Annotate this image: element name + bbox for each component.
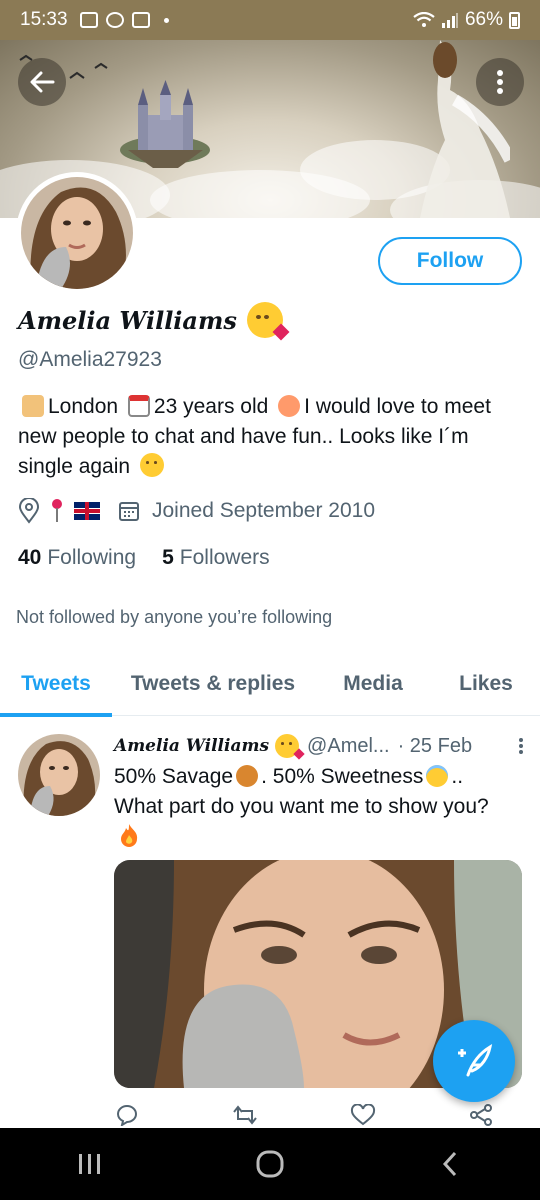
chevron-left-icon — [442, 1151, 457, 1177]
more-notifications-icon — [163, 17, 169, 23]
tweet-author-name[interactable]: Amelia Williams — [114, 736, 269, 756]
system-back-button[interactable] — [430, 1144, 470, 1184]
following-label: Following — [47, 546, 137, 569]
winking-tongue-emoji-icon — [139, 453, 164, 477]
tweet-header: Amelia Williams @Amel... · 25 Feb — [114, 734, 524, 760]
uk-flag-emoji-icon — [74, 502, 100, 520]
bio-location-text: London — [48, 395, 119, 418]
tweet-more-icon[interactable] — [518, 737, 524, 755]
following-count: 40 — [18, 546, 42, 569]
recent-apps-button[interactable] — [70, 1144, 110, 1184]
tweet-text-part-1: 50% Savage — [114, 765, 234, 788]
tweet-avatar-photo — [18, 734, 100, 816]
castle-image — [120, 80, 210, 168]
compose-tweet-icon — [458, 1043, 493, 1077]
round-pushpin-emoji-icon — [52, 499, 62, 523]
calendar-icon — [119, 502, 139, 521]
profile-name-text: Amelia Williams — [18, 305, 237, 335]
chat-notification-icon — [105, 12, 124, 28]
home-button[interactable] — [250, 1144, 290, 1184]
more-vertical-icon — [497, 70, 503, 94]
followers-label: Followers — [179, 546, 270, 569]
system-navigation-bar — [0, 1128, 540, 1200]
arrow-left-icon — [30, 71, 55, 93]
recent-apps-icon — [79, 1154, 100, 1174]
status-time: 15:33 — [20, 9, 68, 30]
followers-count: 5 — [162, 546, 174, 569]
tweet-text: 50% Savage . 50% Sweetness.. What part do… — [114, 762, 526, 852]
tweet-text-part-3: .. — [451, 765, 464, 788]
app-notification-icon — [131, 12, 150, 28]
profile-meta: Joined September 2010 — [18, 498, 375, 524]
tab-tweets[interactable]: Tweets — [0, 652, 112, 717]
battery-percent: 66% — [464, 9, 503, 30]
location-icon — [18, 498, 40, 524]
follow-button[interactable]: Follow — [378, 237, 522, 285]
following-link[interactable]: 40 Following — [18, 546, 136, 570]
peach-emoji-icon — [278, 395, 301, 417]
retweet-icon[interactable] — [232, 1104, 258, 1126]
tweet-text-part-2: . 50% Sweetness — [261, 765, 424, 788]
tweet-avatar[interactable] — [18, 734, 100, 816]
wifi-icon — [413, 12, 435, 27]
tweet-date: · 25 Feb — [397, 734, 473, 757]
status-bar: 15:33 66% — [0, 0, 540, 40]
kiss-emoji-icon — [246, 302, 290, 341]
more-options-button[interactable] — [476, 58, 524, 106]
tab-tweets-replies[interactable]: Tweets & replies — [112, 652, 314, 716]
compose-tweet-button[interactable] — [433, 1020, 515, 1102]
back-button[interactable] — [18, 58, 66, 106]
home-icon — [256, 1150, 284, 1178]
profile-tabs: Tweets Tweets & replies Media Likes — [0, 652, 540, 717]
fire-emoji-icon — [121, 824, 138, 847]
bio-age-text: 23 years old — [153, 395, 269, 418]
followers-link[interactable]: 5 Followers — [162, 546, 270, 570]
signal-icon — [441, 13, 458, 28]
battery-icon — [509, 11, 520, 29]
tweet-text-part-4: What part do you want me to show you? — [114, 795, 489, 818]
calendar-emoji-icon — [127, 395, 150, 417]
halo-emoji-icon — [426, 765, 449, 787]
profile-handle: @Amelia27923 — [18, 348, 162, 371]
gallery-notification-icon — [79, 12, 98, 28]
tweet-author-handle[interactable]: @Amel... — [307, 735, 390, 758]
tab-likes[interactable]: Likes — [432, 652, 540, 716]
house-emoji-icon — [22, 395, 44, 417]
kiss-emoji-icon — [275, 734, 305, 760]
share-icon[interactable] — [468, 1104, 494, 1126]
profile-avatar[interactable] — [16, 172, 138, 294]
like-icon[interactable] — [350, 1104, 376, 1126]
lion-emoji-icon — [236, 765, 259, 787]
joined-date: Joined September 2010 — [152, 499, 375, 522]
profile-bio: London 23 years old I would love to meet… — [18, 392, 528, 482]
profile-name: Amelia Williams — [18, 302, 290, 341]
reply-icon[interactable] — [114, 1104, 140, 1126]
tweet-actions — [114, 1104, 494, 1126]
tab-media[interactable]: Media — [314, 652, 432, 716]
not-followed-notice: Not followed by anyone you’re following — [16, 607, 333, 627]
follow-counts: 40 Following 5 Followers — [18, 546, 270, 570]
avatar-photo — [21, 177, 133, 289]
